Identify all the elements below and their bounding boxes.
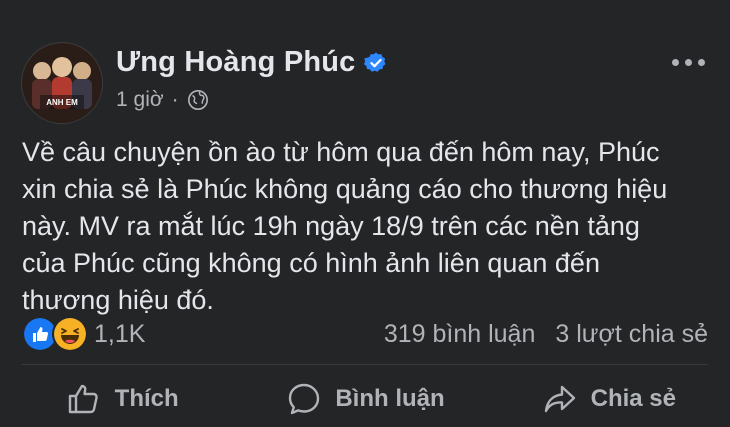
haha-reaction-icon (52, 316, 88, 352)
meta-separator: · (171, 88, 179, 111)
post-meta: 1 giờ · (116, 88, 209, 112)
post-text: Về câu chuyện ồn ào từ hôm qua đến hôm n… (22, 137, 668, 315)
author-line: Ưng Hoàng Phúc (116, 46, 388, 79)
action-bar: Thích Bình luận Chia sẻ (0, 370, 730, 427)
reaction-count: 1,1K (94, 319, 146, 348)
comment-label: Bình luận (335, 384, 445, 412)
like-label: Thích (114, 384, 179, 412)
post-timestamp[interactable]: 1 giờ (116, 88, 164, 112)
globe-icon[interactable] (187, 89, 209, 111)
share-count[interactable]: 3 lượt chia sẻ (555, 320, 708, 349)
author-name[interactable]: Ưng Hoàng Phúc (116, 46, 356, 79)
reactions-summary[interactable]: 1,1K (22, 316, 145, 352)
comment-icon (289, 383, 320, 414)
more-dot-icon (697, 58, 705, 66)
engagement-stats: 319 bình luận 3 lượt chia sẻ (384, 320, 708, 349)
comment-count[interactable]: 319 bình luận (384, 320, 536, 349)
thumbs-up-icon (68, 384, 98, 413)
share-label: Chia sẻ (590, 384, 676, 412)
comment-button[interactable]: Bình luận (243, 370, 486, 427)
more-options-button[interactable] (664, 50, 712, 74)
more-dot-icon (671, 58, 679, 66)
avatar-overlay-text: ANH EM (46, 98, 78, 107)
divider (22, 364, 708, 365)
more-dot-icon (684, 58, 692, 66)
share-icon (544, 385, 575, 412)
share-button[interactable]: Chia sẻ (487, 370, 730, 427)
avatar[interactable]: ANH EM (22, 43, 102, 123)
verified-badge-icon (363, 52, 386, 72)
facebook-post: ANH EM Ưng Hoàng Phúc 1 giờ · Về câu chu… (0, 0, 730, 427)
like-button[interactable]: Thích (0, 370, 243, 427)
